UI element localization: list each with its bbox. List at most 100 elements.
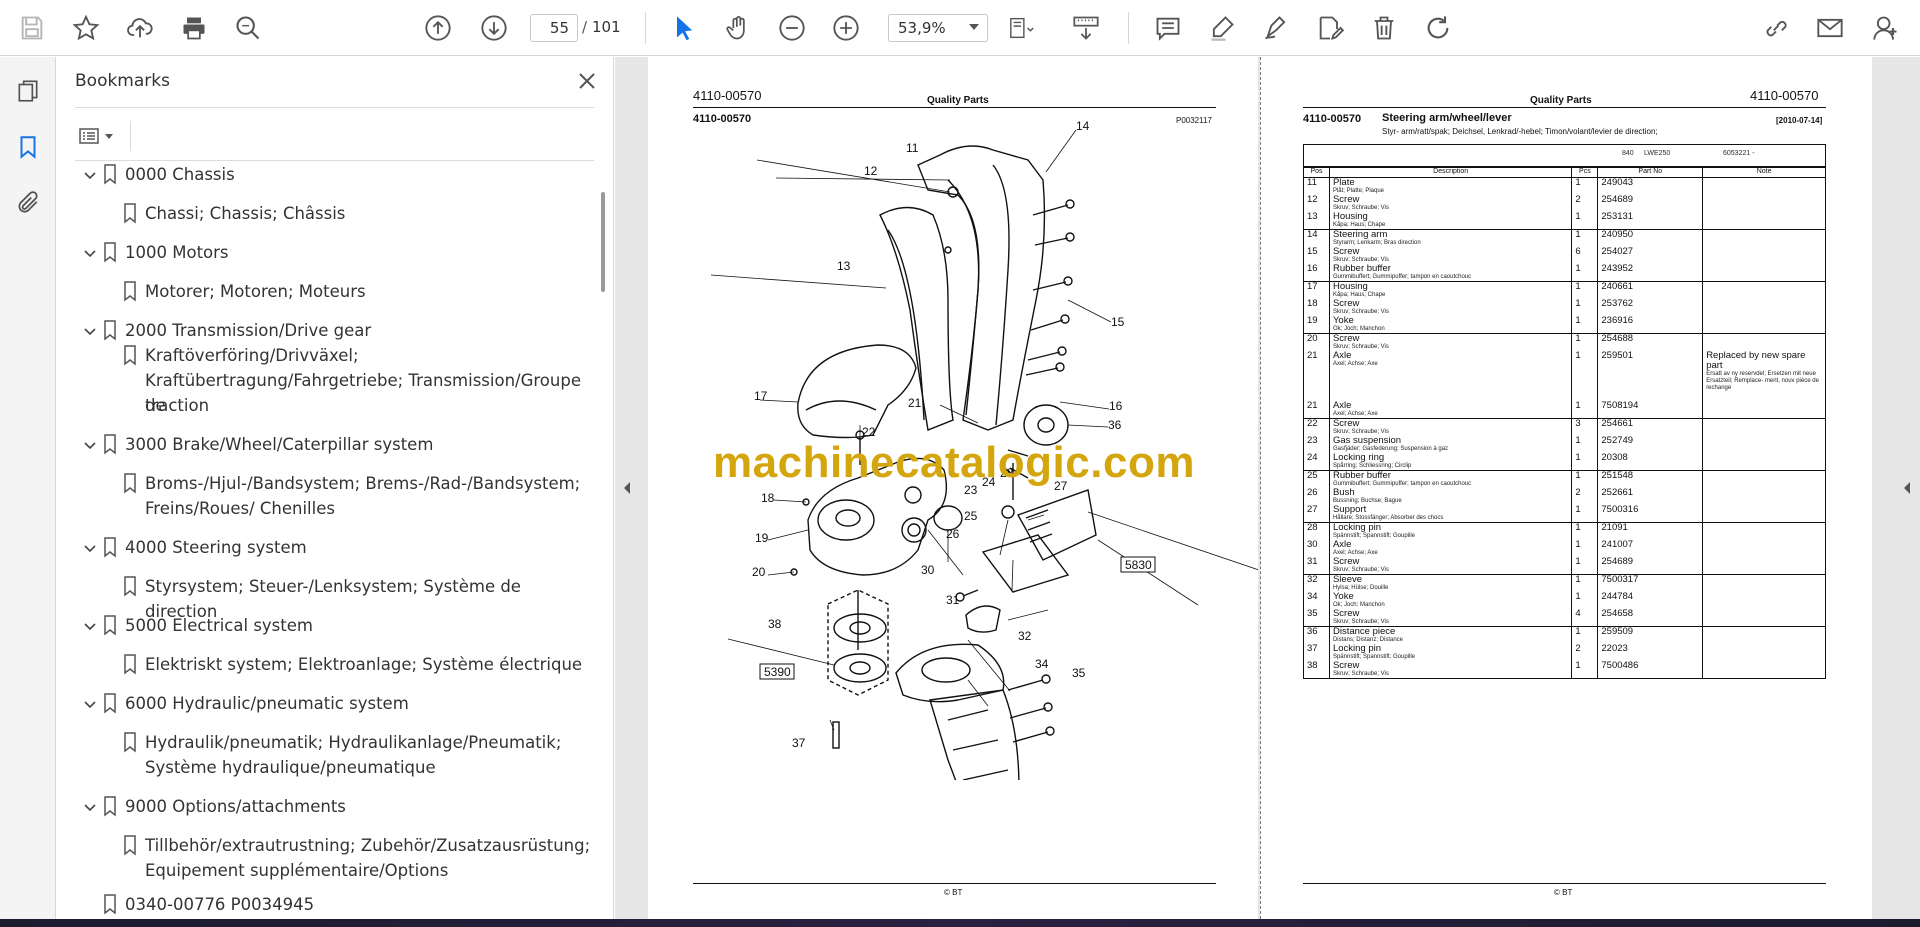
bookmark-icon (102, 536, 118, 558)
chevron-down-icon[interactable] (82, 243, 98, 259)
add-user-icon[interactable] (1868, 10, 1904, 46)
bookmark-item[interactable]: traction (145, 393, 209, 418)
bookmark-item[interactable]: Kraftöverföring/Drivväxel; (124, 343, 359, 368)
bookmark-item[interactable]: Motorer; Motoren; Moteurs (124, 279, 366, 304)
bookmark-item[interactable]: Broms-/Hjul-/Bandsystem; Brems-/Rad-/Ban… (124, 471, 580, 496)
chevron-down-icon[interactable] (82, 797, 98, 813)
bookmark-icon (102, 795, 118, 817)
upload-cloud-icon[interactable] (122, 10, 158, 46)
callout-35: 35 (1072, 666, 1086, 680)
bookmark-item[interactable]: Chassi; Chassis; Châssis (124, 201, 345, 226)
col-description: Description (1328, 167, 1573, 178)
page-number-input[interactable]: 55 (530, 14, 578, 42)
bookmark-section[interactable]: 3000 Brake/Wheel/Caterpillar system (84, 432, 433, 457)
find-text-icon[interactable] (230, 10, 266, 46)
cell-pcs-value: 1 (1575, 350, 1581, 361)
collapse-right-icon[interactable] (1902, 480, 1912, 496)
cell-part-no: 7500486 (1597, 661, 1704, 679)
hand-tool-icon[interactable] (720, 10, 756, 46)
bookmark-item[interactable]: Hydraulik/pneumatik; Hydraulikanlage/Pne… (124, 730, 561, 755)
callout-36: 36 (1108, 418, 1122, 432)
select-cursor-icon[interactable] (666, 10, 702, 46)
cell-description: Gas suspension Gasfjäder; Gasfederung; Su… (1328, 436, 1573, 453)
config-variant: LWE250 (1644, 150, 1671, 157)
attachment-icon[interactable] (12, 187, 44, 219)
comment-icon[interactable] (1150, 10, 1186, 46)
cell-part-no-value: 244784 (1601, 591, 1634, 602)
bookmark-options-button[interactable] (77, 121, 123, 151)
zoom-select[interactable]: 53,9% (888, 14, 988, 42)
email-icon[interactable] (1812, 10, 1848, 46)
bookmark-item[interactable]: Elektriskt system; Elektroanlage; Systèm… (124, 652, 582, 677)
cell-description-value: Yoke (1332, 315, 1354, 326)
cell-note (1702, 418, 1826, 436)
bookmark-item[interactable]: Kraftübertragung/Fahrgetriebe; Transmiss… (145, 368, 597, 418)
table-row: 21 Axle Axel; Achse; Axe 1 7508194 (1303, 401, 1826, 419)
bookmark-section[interactable]: 5000 Electrical system (84, 613, 313, 638)
config-model: 840 (1622, 150, 1634, 157)
bookmark-item[interactable]: Système hydraulique/pneumatique (145, 755, 436, 780)
cell-pcs: 1 (1571, 350, 1599, 401)
callout-34: 34 (1035, 657, 1049, 671)
cell-part-no-value: 20308 (1601, 452, 1628, 463)
bookmark-section[interactable]: 4000 Steering system (84, 535, 307, 560)
bookmark-section[interactable]: 9000 Options/attachments (84, 794, 346, 819)
table-row: 18 Screw Skruv; Schraube; Vis 1 253762 (1303, 299, 1826, 316)
cell-pcs-value: 3 (1575, 418, 1581, 429)
cell-part-no-value: 251548 (1601, 470, 1634, 481)
draw-pen-icon[interactable] (1258, 10, 1294, 46)
scroll-mode-icon[interactable] (1068, 10, 1104, 46)
chevron-down-icon[interactable] (82, 165, 98, 181)
rotate-icon[interactable] (1420, 10, 1456, 46)
chevron-down-icon[interactable] (82, 694, 98, 710)
chevron-down-icon[interactable] (82, 435, 98, 451)
cell-pcs-value: 4 (1575, 608, 1581, 619)
bookmark-section[interactable]: 2000 Transmission/Drive gear (84, 318, 371, 343)
share-link-icon[interactable] (1758, 10, 1794, 46)
page-thumbnails-icon[interactable] (12, 75, 44, 107)
delete-trash-icon[interactable] (1366, 10, 1402, 46)
collapse-left-icon[interactable] (622, 480, 632, 496)
cell-description-value: Screw (1332, 194, 1360, 205)
cell-pos-value: 23 (1307, 435, 1318, 446)
edit-pdf-icon[interactable] (1312, 10, 1348, 46)
cell-description-translation: Kåpa; Haus; Chape (1332, 222, 1386, 228)
cell-description-value: Support (1332, 504, 1367, 515)
bookmark-item[interactable]: Tillbehör/extrautrustning; Zubehör/Zusat… (124, 833, 590, 858)
print-icon[interactable] (176, 10, 212, 46)
chevron-down-icon[interactable] (82, 538, 98, 554)
cell-note (1702, 436, 1826, 453)
zoom-out-icon[interactable] (774, 10, 810, 46)
cell-pcs: 2 (1571, 644, 1599, 661)
cell-description-value: Screw (1332, 333, 1360, 344)
page-code-top: 4110-00570 (693, 88, 762, 103)
scrollbar-thumb[interactable] (601, 192, 605, 292)
bookmark-section[interactable]: 1000 Motors (84, 240, 229, 265)
zoom-in-icon[interactable] (828, 10, 864, 46)
chevron-down-icon[interactable] (82, 616, 98, 632)
bookmark-section[interactable]: 6000 Hydraulic/pneumatic system (84, 691, 409, 716)
cell-description-translation: Skruv; Schraube; Vis (1332, 344, 1389, 350)
page-boundary (1260, 57, 1261, 919)
next-page-icon[interactable] (476, 10, 512, 46)
bookmark-icon (122, 472, 138, 494)
highlight-pen-icon[interactable] (1204, 10, 1240, 46)
close-icon[interactable] (575, 69, 599, 93)
bookmark-section[interactable]: 0000 Chassis (84, 162, 235, 187)
cell-description-translation: Skruv; Schraube; Vis (1332, 671, 1389, 677)
bookmark-item[interactable]: Equipement supplémentaire/Options (145, 858, 448, 883)
bookmark-panel-icon[interactable] (12, 131, 44, 163)
fit-page-icon[interactable] (1000, 10, 1044, 46)
save-icon[interactable] (14, 10, 50, 46)
cell-pos: 32 (1303, 574, 1330, 592)
bookmark-section[interactable]: 0340-00776 P0034945 (104, 892, 314, 914)
previous-page-icon[interactable] (420, 10, 456, 46)
bookmark-label: Freins/Roues/ Chenilles (145, 499, 335, 518)
star-icon[interactable] (68, 10, 104, 46)
chevron-down-icon[interactable] (82, 321, 98, 337)
cell-pos: 21 (1303, 351, 1330, 401)
cell-part-no-value: 254689 (1601, 556, 1634, 567)
cell-part-no: 243952 (1597, 264, 1704, 282)
bookmark-item[interactable]: Freins/Roues/ Chenilles (145, 496, 335, 521)
ref-5390: 5390 (764, 665, 791, 679)
